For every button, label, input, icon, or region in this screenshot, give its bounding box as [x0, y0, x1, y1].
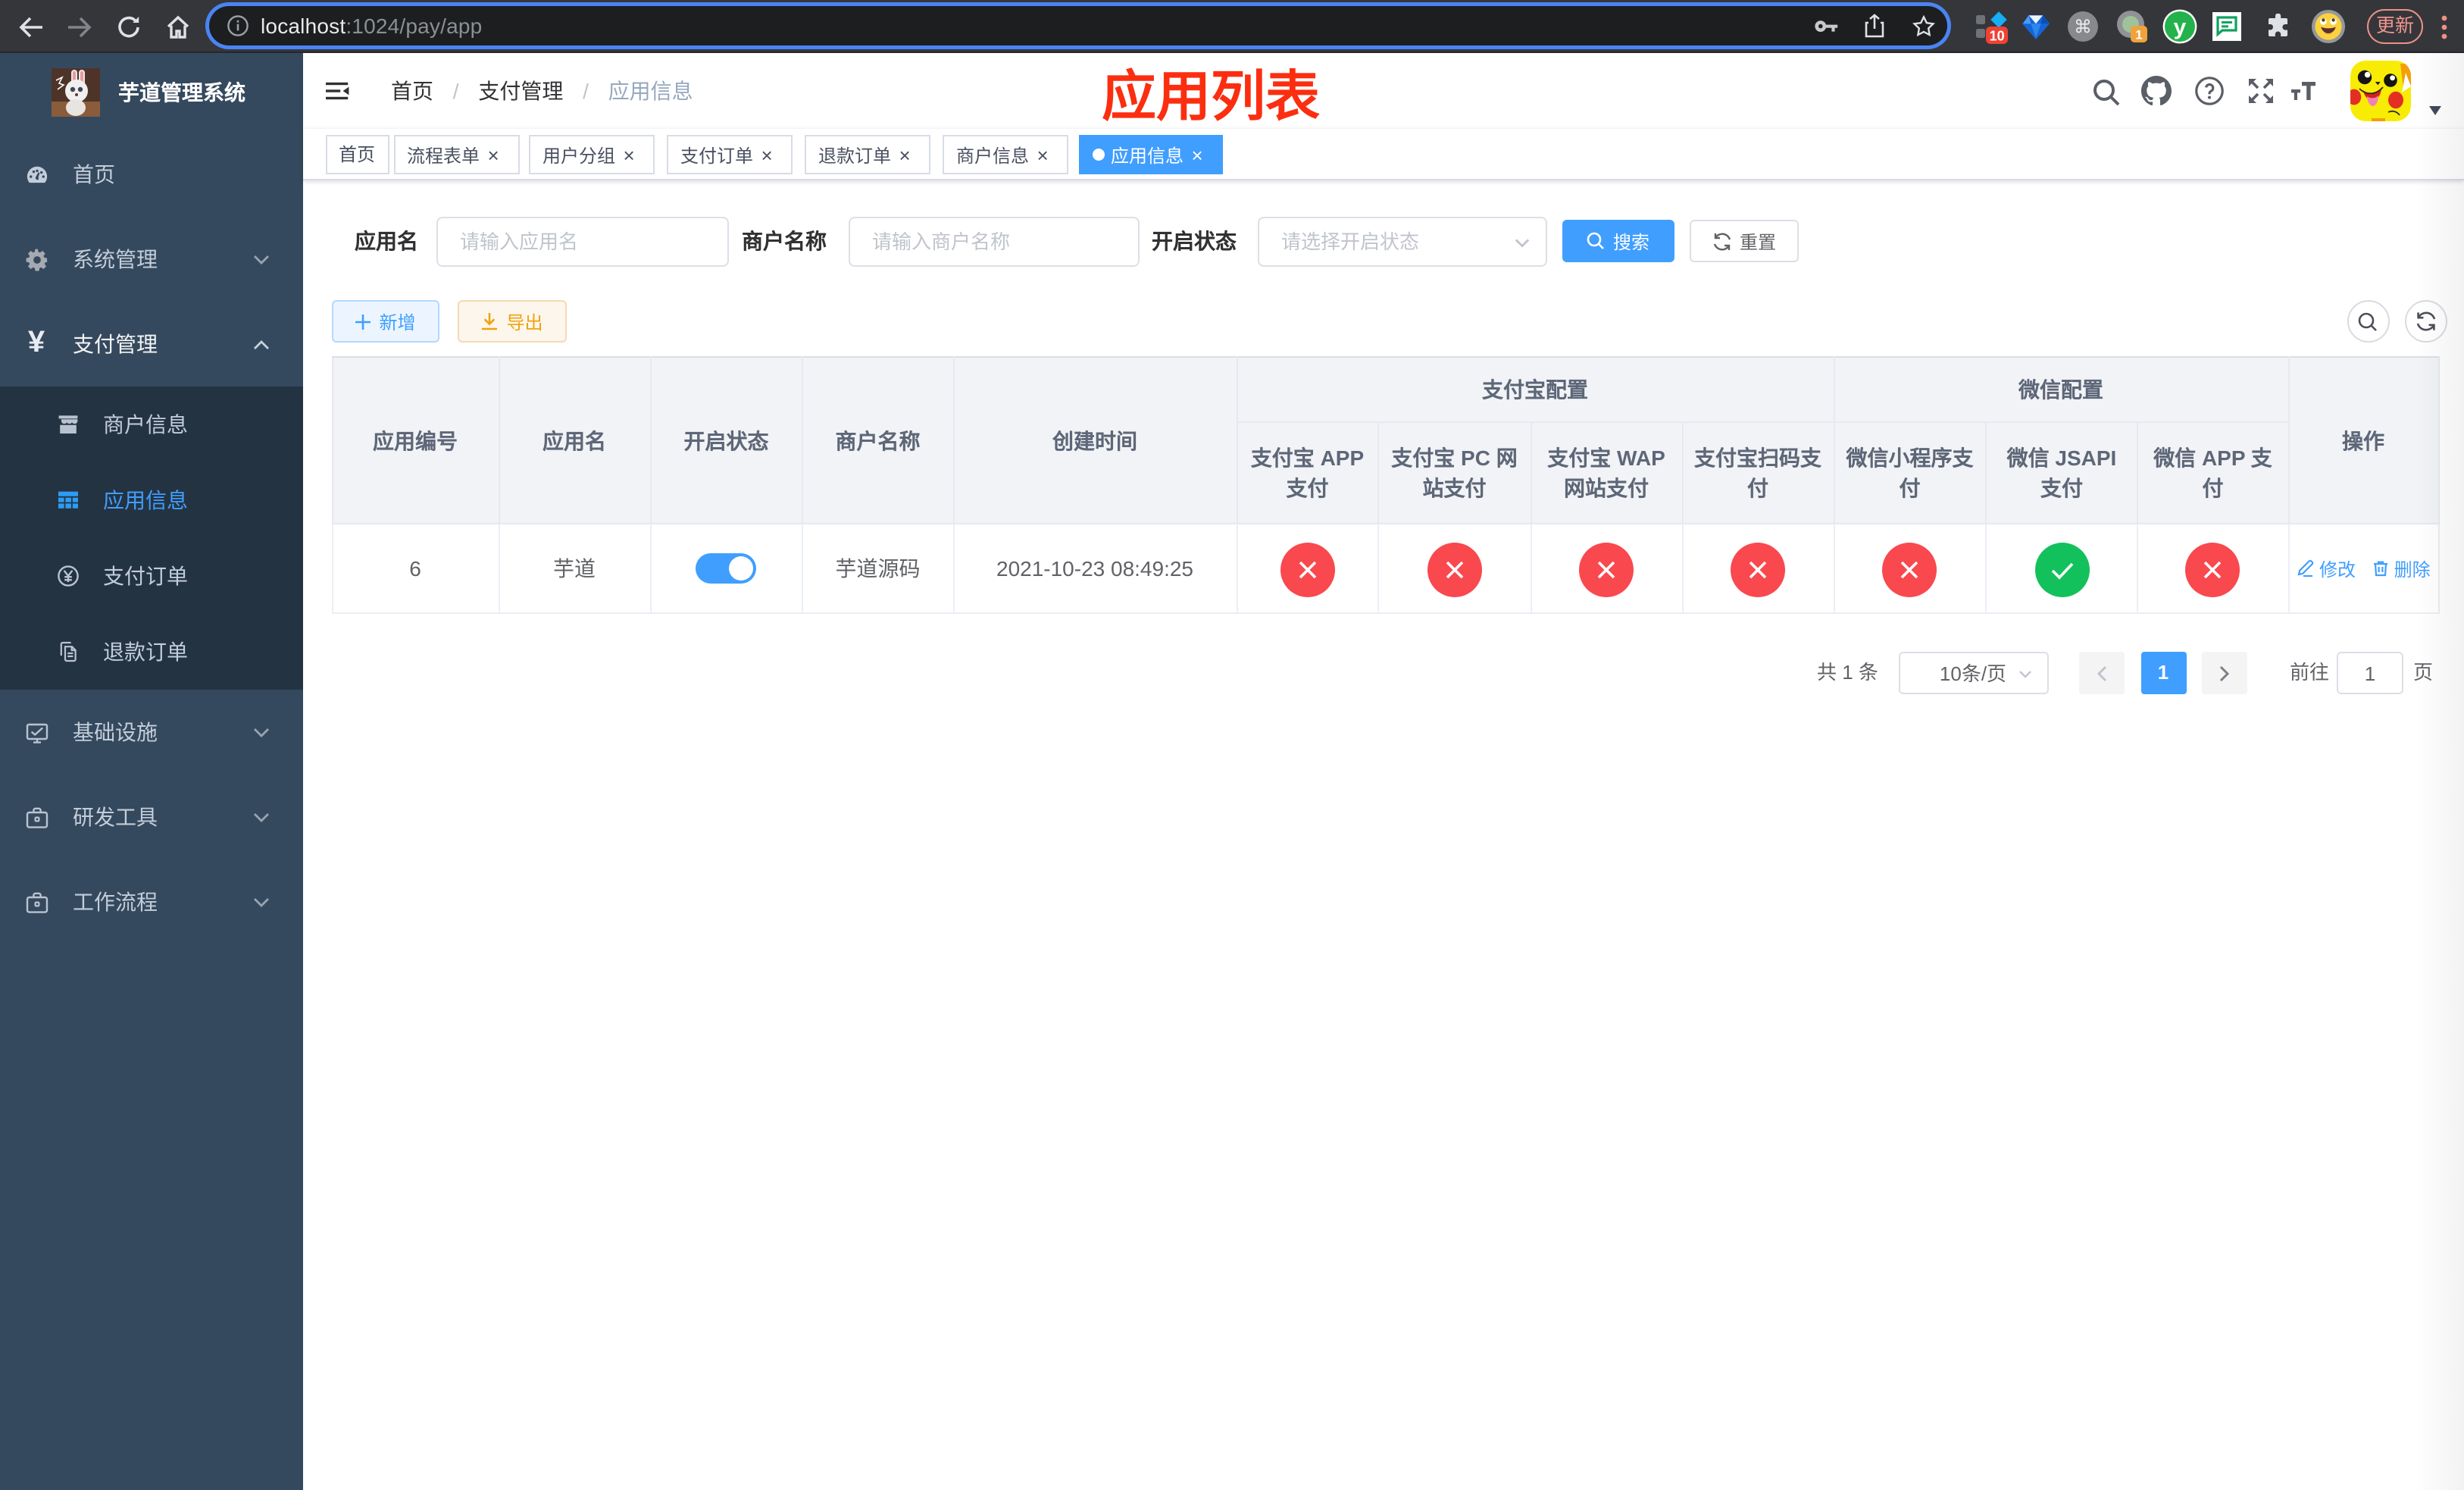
- svg-text:10: 10: [1990, 27, 2005, 42]
- svg-text:1: 1: [2135, 27, 2142, 42]
- svg-text:⌘: ⌘: [2073, 17, 2091, 38]
- svg-text:y: y: [2173, 15, 2186, 40]
